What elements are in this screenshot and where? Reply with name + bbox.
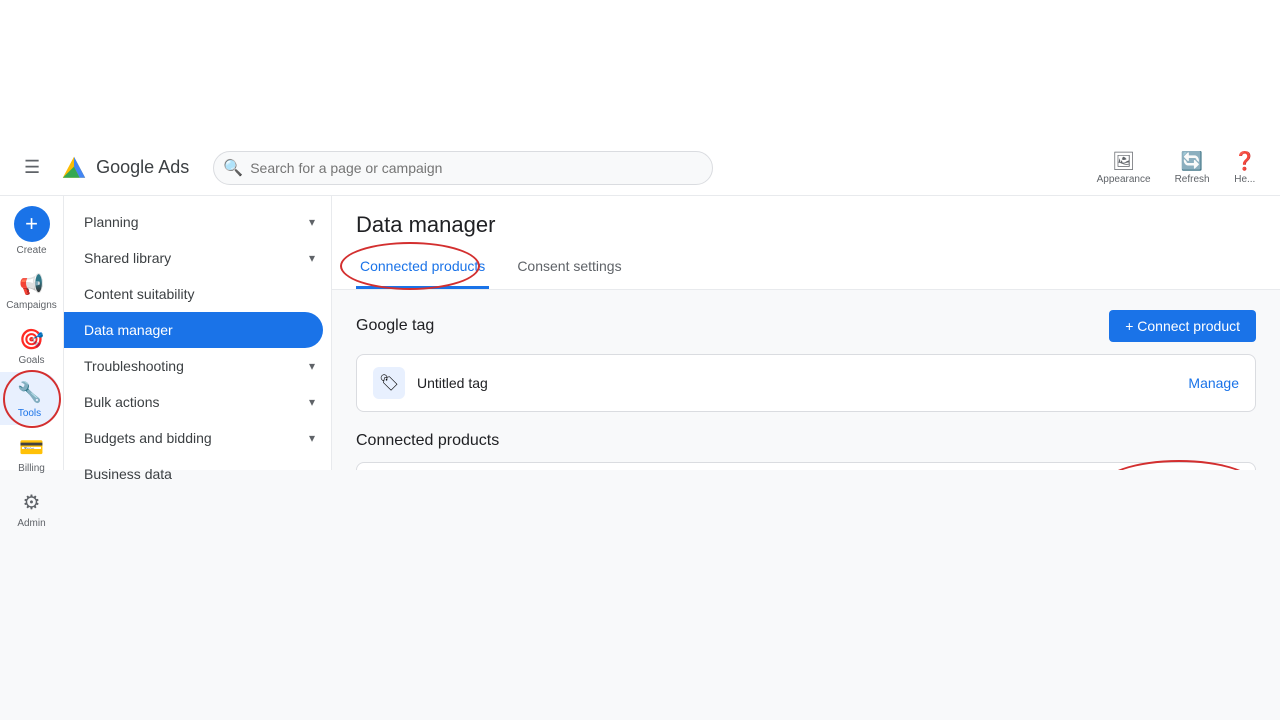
google-tag-card: 🏷 Untitled tag Manage	[356, 354, 1256, 412]
connect-product-button[interactable]: + Connect product	[1109, 310, 1256, 342]
refresh-button[interactable]: 🔄 Refresh	[1167, 147, 1218, 189]
create-icon: +	[14, 206, 50, 242]
search-bar-container: 🔍	[213, 151, 713, 185]
tabs-container: Connected products Consent settings	[356, 250, 1256, 289]
tools-label: Tools	[18, 408, 41, 419]
search-icon: 🔍	[223, 158, 243, 178]
google-tag-title: Google tag	[356, 317, 434, 335]
sidebar-item-troubleshooting[interactable]: Troubleshooting ▾	[64, 348, 331, 384]
tag-name: Untitled tag	[417, 375, 488, 391]
campaigns-label: Campaigns	[6, 300, 57, 311]
app-header: ☰ Google Ads 🔍 🖼 Appearance 🔄 Refresh ❓	[0, 140, 1280, 196]
goals-label: Goals	[18, 355, 44, 366]
sidebar-item-data-manager[interactable]: Data manager	[64, 312, 323, 348]
search-input[interactable]	[213, 151, 713, 185]
budgets-bidding-chevron: ▾	[309, 431, 315, 445]
admin-label: Admin	[17, 518, 45, 529]
help-icon: ❓	[1234, 151, 1256, 172]
refresh-icon: 🔄	[1181, 151, 1203, 172]
troubleshooting-chevron: ▾	[309, 359, 315, 373]
logo-area: Google Ads	[60, 154, 189, 182]
tag-icon: 🏷	[373, 367, 405, 399]
sidebar-item-billing[interactable]: 💳 Billing	[0, 425, 63, 480]
admin-icon: ⚙	[23, 490, 41, 515]
sidebar-item-content-suitability[interactable]: Content suitability	[64, 276, 331, 312]
sidebar-item-campaigns[interactable]: 📢 Campaigns	[0, 262, 63, 317]
top-whitespace	[0, 0, 1280, 140]
help-label: He...	[1234, 174, 1255, 185]
tools-nav-wrapper: 🔧 Tools	[0, 372, 63, 425]
create-label: Create	[16, 245, 46, 256]
tab-consent-settings[interactable]: Consent settings	[513, 250, 625, 289]
billing-icon: 💳	[19, 435, 44, 460]
planning-chevron: ▾	[309, 215, 315, 229]
connected-products-header: Connected products	[356, 432, 1256, 450]
logo-text: Google Ads	[96, 157, 189, 178]
logo-icon	[60, 154, 88, 182]
content-body: Google tag + Connect product 🏷 Untitled …	[332, 290, 1280, 470]
sidebar-item-goals[interactable]: 🎯 Goals	[0, 317, 63, 372]
content-header: Data manager Connected products Consent …	[332, 196, 1280, 290]
tab-connected-products[interactable]: Connected products	[356, 250, 489, 289]
secondary-sidebar: Planning ▾ Shared library ▾ Content suit…	[64, 196, 332, 470]
google-tag-header: Google tag + Connect product	[356, 310, 1256, 342]
tools-icon: 🔧	[17, 380, 42, 405]
main-layout: + Create 📢 Campaigns 🎯 Goals 🔧 Tools 💳 B…	[0, 196, 1280, 470]
sidebar-item-admin[interactable]: ⚙ Admin	[0, 480, 63, 535]
appearance-button[interactable]: 🖼 Appearance	[1089, 147, 1159, 189]
sidebar-item-budgets-bidding[interactable]: Budgets and bidding ▾	[64, 420, 331, 456]
sidebar-item-tools[interactable]: 🔧 Tools	[0, 372, 59, 425]
appearance-icon: 🖼	[1112, 151, 1135, 172]
connected-products-title: Connected products	[356, 432, 499, 450]
sidebar-item-business-data[interactable]: Business data	[64, 456, 331, 492]
manage-tag-link[interactable]: Manage	[1188, 375, 1239, 391]
sidebar-item-planning[interactable]: Planning ▾	[64, 204, 331, 240]
connected-products-card: Google Analytics (GA4) & Firebase ⓘ ✓ 2 …	[356, 462, 1256, 470]
left-sidebar-nav: + Create 📢 Campaigns 🎯 Goals 🔧 Tools 💳 B…	[0, 196, 64, 470]
shared-library-chevron: ▾	[309, 251, 315, 265]
tag-card-left: 🏷 Untitled tag	[373, 367, 488, 399]
hamburger-menu[interactable]: ☰	[16, 149, 48, 186]
goals-icon: 🎯	[19, 327, 44, 352]
header-left: ☰ Google Ads	[16, 149, 189, 186]
connected-products-section: Connected products Goo	[356, 432, 1256, 470]
billing-label: Billing	[18, 463, 45, 474]
page-title: Data manager	[356, 212, 1256, 238]
manage-link-annotation	[1099, 460, 1259, 470]
refresh-label: Refresh	[1175, 174, 1210, 185]
header-right: 🖼 Appearance 🔄 Refresh ❓ He...	[1089, 147, 1264, 189]
sidebar-item-shared-library[interactable]: Shared library ▾	[64, 240, 331, 276]
help-button[interactable]: ❓ He...	[1226, 147, 1264, 189]
appearance-label: Appearance	[1097, 174, 1151, 185]
main-content: Data manager Connected products Consent …	[332, 196, 1280, 470]
sidebar-item-create[interactable]: + Create	[0, 196, 63, 262]
sidebar-item-bulk-actions[interactable]: Bulk actions ▾	[64, 384, 331, 420]
campaigns-icon: 📢	[19, 272, 44, 297]
google-tag-section: Google tag + Connect product 🏷 Untitled …	[356, 310, 1256, 412]
bulk-actions-chevron: ▾	[309, 395, 315, 409]
